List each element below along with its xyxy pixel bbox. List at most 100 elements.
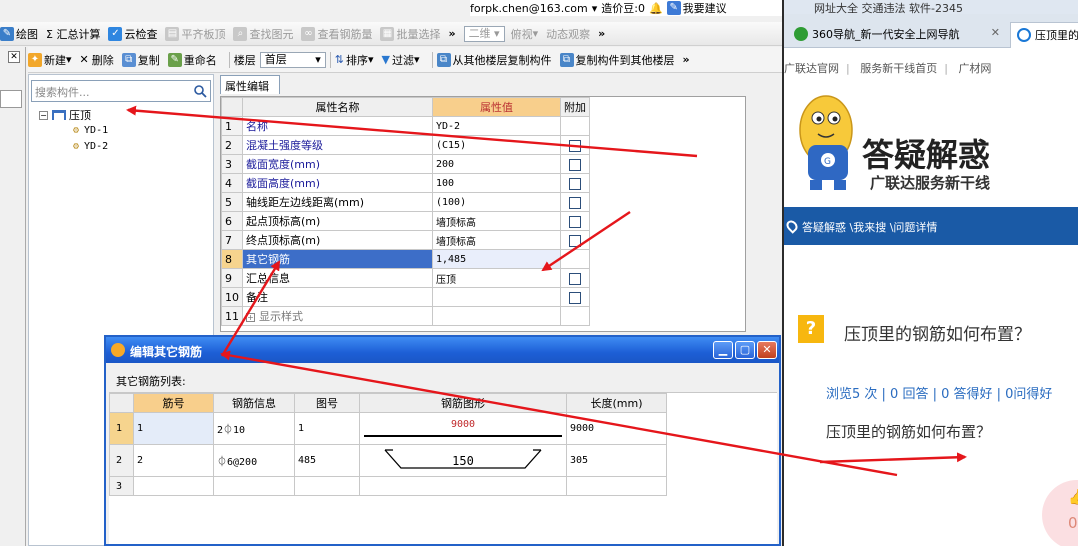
bar-info-cell[interactable] — [213, 476, 295, 496]
bar-no-cell[interactable]: 1 — [133, 412, 214, 445]
rebar-row[interactable]: 1 1 2⏀10 1 9000 9000 — [109, 412, 667, 445]
shape-cell[interactable]: 9000 — [359, 412, 567, 445]
attach-cell[interactable] — [560, 230, 590, 250]
find-element-button[interactable]: ⌕ 查找图元 — [233, 26, 293, 42]
fig-no-cell[interactable]: 485 — [294, 444, 360, 477]
property-value[interactable]: 100 — [432, 173, 561, 193]
search-input[interactable]: 搜索构件... — [31, 80, 211, 102]
dynamic-view-button[interactable]: 动态观察 — [546, 26, 590, 42]
sum-calc-button[interactable]: Σ 汇总计算 — [46, 26, 100, 42]
shape-cell[interactable]: 150 — [359, 444, 567, 477]
tree-item-yd2[interactable]: ⚙ YD-2 — [73, 141, 108, 152]
collapse-icon[interactable]: − — [39, 110, 48, 120]
nav-link-service-home[interactable]: 服务新干线首页 — [860, 62, 937, 75]
rename-button[interactable]: ✎ 重命名 — [167, 52, 217, 68]
shape-cell[interactable] — [359, 476, 567, 496]
length-cell[interactable]: 9000 — [566, 412, 667, 445]
attach-checkbox[interactable] — [569, 291, 581, 304]
toolbar-overflow-icon[interactable]: » — [683, 53, 690, 66]
rebar-row[interactable]: 2 2 ⏀6@200 485 150 305 — [109, 444, 667, 477]
maximize-button[interactable]: ▢ — [735, 341, 755, 359]
filter-button[interactable]: ▼ 过滤 ▾ — [382, 52, 420, 68]
property-row[interactable]: 4 截面高度(mm) 100 — [221, 173, 590, 193]
sort-button[interactable]: ⇅ 排序 ▾ — [335, 52, 374, 68]
batch-select-button[interactable]: ▦ 批量选择 — [380, 26, 440, 42]
view-2d-select[interactable]: 二维 ▾ — [463, 25, 505, 42]
tab-360-navigation[interactable]: 360导航_新一代安全上网导航 ✕ — [788, 22, 1006, 48]
minimize-button[interactable]: ▁ — [713, 341, 733, 359]
attach-checkbox[interactable] — [569, 215, 581, 228]
attach-cell[interactable] — [560, 287, 590, 307]
property-row[interactable]: 8 其它钢筋 1,485 — [221, 249, 590, 269]
attach-checkbox[interactable] — [569, 272, 581, 285]
bar-info-cell[interactable]: ⏀6@200 — [213, 444, 295, 477]
align-top-button[interactable]: ▤ 平齐板顶 — [165, 26, 225, 42]
property-row[interactable]: 7 终点顶标高(m) 墙顶标高 — [221, 230, 590, 250]
draw-button[interactable]: ✎ 绘图 — [0, 26, 38, 42]
breadcrumb[interactable]: 答疑解惑 \我来搜 \问题详情 — [802, 219, 937, 235]
close-icon[interactable]: ✕ — [991, 26, 1000, 39]
property-row[interactable]: 11 + 显示样式 — [221, 306, 590, 326]
attach-cell[interactable] — [560, 154, 590, 174]
attach-cell[interactable] — [560, 211, 590, 231]
new-button[interactable]: ✦ 新建 ▾ — [28, 52, 72, 68]
bookmark-items[interactable]: 网址大全 交通违法 软件-2345 — [784, 2, 963, 14]
bar-no-cell[interactable] — [133, 476, 214, 496]
top-view-select[interactable]: 俯视 ▾ — [511, 26, 539, 42]
tree-root-node[interactable]: − 压顶 — [39, 107, 91, 123]
search-icon[interactable] — [193, 84, 207, 98]
toolbar-overflow-icon[interactable]: » — [448, 27, 455, 40]
tree-item-yd1[interactable]: ⚙ YD-1 — [73, 125, 108, 136]
fig-no-cell[interactable] — [294, 476, 360, 496]
property-value[interactable]: YD-2 — [432, 116, 561, 136]
property-value[interactable]: 压顶 — [432, 268, 561, 288]
attach-cell[interactable] — [560, 192, 590, 212]
bell-icon[interactable]: 🔔 — [649, 2, 663, 15]
property-value[interactable]: 墙顶标高 — [432, 211, 561, 231]
property-row[interactable]: 6 起点顶标高(m) 墙顶标高 — [221, 211, 590, 231]
cloud-check-button[interactable]: ✓ 云检查 — [108, 26, 157, 42]
attach-checkbox[interactable] — [569, 196, 581, 209]
close-button[interactable]: ✕ — [757, 341, 777, 359]
expand-icon[interactable]: + — [246, 313, 255, 322]
copy-from-floor-button[interactable]: ⧉ 从其他楼层复制构件 — [436, 52, 552, 68]
bar-info-cell[interactable]: 2⏀10 — [213, 412, 295, 445]
tab-property-edit[interactable]: 属性编辑 — [220, 75, 280, 94]
dialog-title-bar[interactable]: 编辑其它钢筋 ▁ ▢ ✕ — [106, 337, 779, 363]
left-dock-box[interactable] — [0, 90, 22, 108]
nav-link-glodon[interactable]: 广联达官网 — [784, 62, 839, 75]
bar-no-cell[interactable]: 2 — [133, 444, 214, 477]
toolbar-overflow-icon[interactable]: » — [598, 27, 605, 40]
length-cell[interactable] — [566, 476, 667, 496]
like-button[interactable]: 👍 0 — [1042, 480, 1078, 546]
property-row[interactable]: 3 截面宽度(mm) 200 — [221, 154, 590, 174]
attach-checkbox[interactable] — [569, 158, 581, 171]
attach-checkbox[interactable] — [569, 234, 581, 247]
fig-no-cell[interactable]: 1 — [294, 412, 360, 445]
property-row[interactable]: 10 备注 — [221, 287, 590, 307]
length-cell[interactable]: 305 — [566, 444, 667, 477]
property-value[interactable]: (C15) — [432, 135, 561, 155]
close-icon[interactable]: ✕ — [8, 51, 20, 63]
property-value[interactable] — [432, 287, 561, 307]
attach-cell[interactable] — [560, 173, 590, 193]
property-row[interactable]: 5 轴线距左边线距离(mm) (100) — [221, 192, 590, 212]
property-row[interactable]: 1 名称 YD-2 — [221, 116, 590, 136]
attach-checkbox[interactable] — [569, 177, 581, 190]
delete-button[interactable]: ✕ 删除 — [80, 52, 114, 68]
copy-button[interactable]: ⧉ 复制 — [121, 52, 160, 68]
property-value[interactable]: 墙顶标高 — [432, 230, 561, 250]
property-value[interactable]: (100) — [432, 192, 561, 212]
dropdown-arrow-icon[interactable]: ▾ — [592, 2, 598, 15]
user-email[interactable]: forpk.chen@163.com — [470, 2, 588, 15]
attach-cell[interactable] — [560, 135, 590, 155]
attach-cell[interactable] — [560, 268, 590, 288]
floor-select[interactable]: 首层 ▾ — [259, 51, 326, 68]
nav-link-material-net[interactable]: 广材网 — [958, 62, 991, 75]
suggest-link[interactable]: 我要建议 — [683, 0, 727, 16]
property-row[interactable]: 2 混凝土强度等级 (C15) — [221, 135, 590, 155]
rebar-row[interactable]: 3 — [109, 476, 667, 496]
property-value[interactable] — [432, 306, 561, 326]
attach-checkbox[interactable] — [569, 139, 581, 152]
property-value[interactable]: 1,485 — [432, 249, 561, 269]
